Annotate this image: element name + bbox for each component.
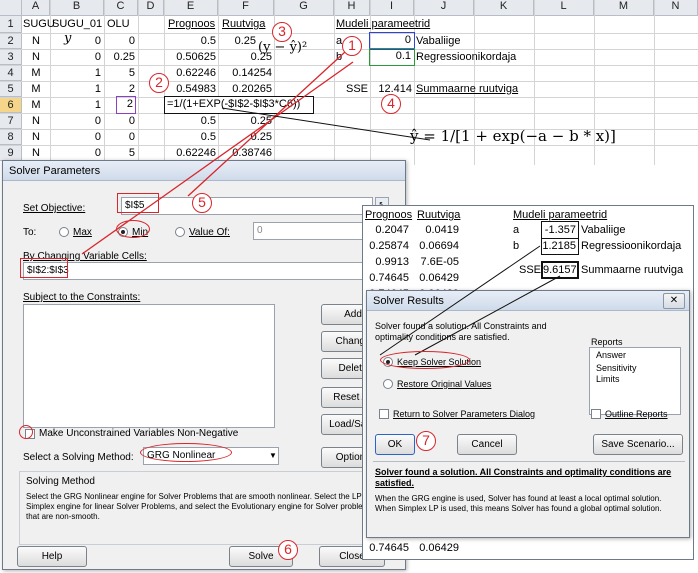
annotation-lines	[81, 51, 561, 356]
min-highlight	[116, 220, 150, 238]
callout-4: 4	[381, 94, 401, 114]
formula-link-line	[221, 107, 431, 141]
callout-3: 3	[272, 22, 292, 42]
changing-cells-highlight	[20, 258, 68, 278]
nonneg-highlight	[19, 425, 33, 439]
callout-1: 1	[342, 36, 362, 56]
screenshot-root: A B C D E F G H I J K L M N 1 2 3 4 5 6 …	[0, 0, 698, 573]
callout-7: 7	[416, 431, 436, 451]
objective-highlight	[117, 193, 159, 213]
method-highlight	[140, 443, 232, 462]
keep-solution-highlight	[380, 351, 470, 369]
callout-2: 2	[149, 73, 169, 93]
result-link-line-sse	[414, 275, 561, 356]
callout-5: 5	[192, 193, 212, 213]
callout-6: 6	[278, 540, 298, 560]
